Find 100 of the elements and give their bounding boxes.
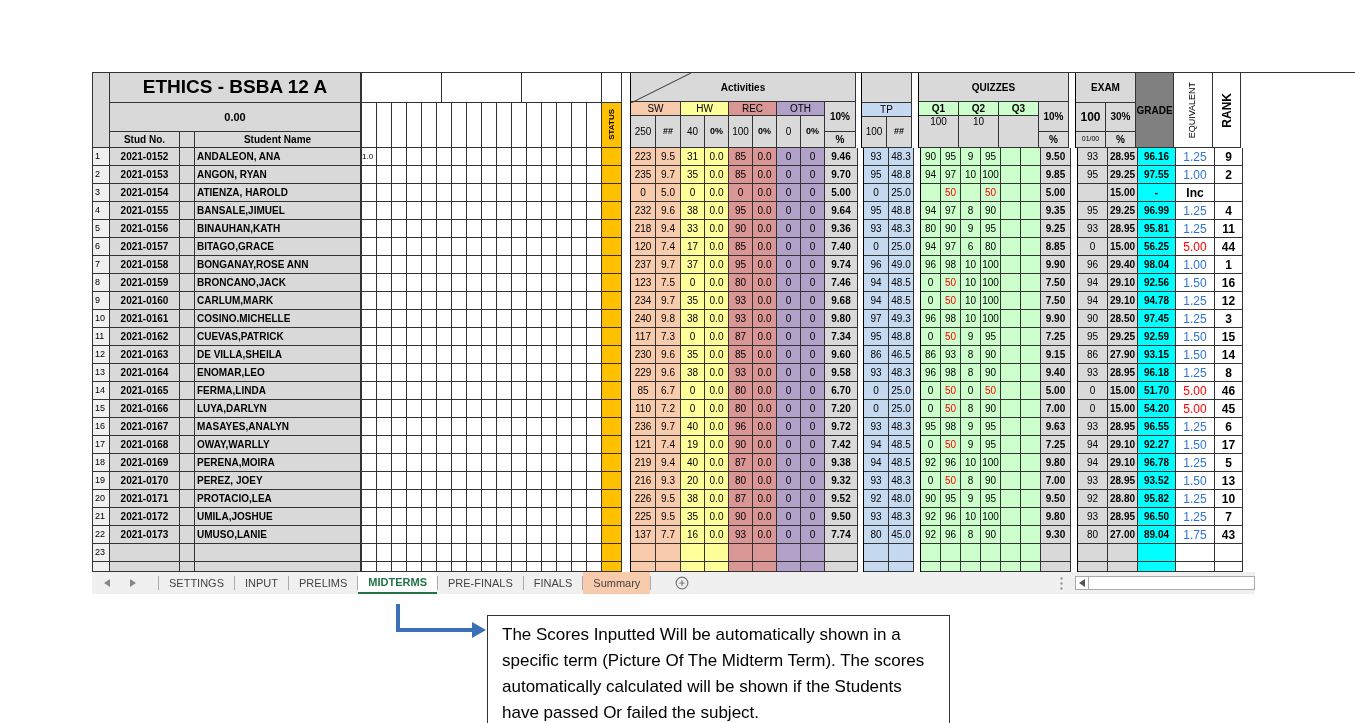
table-cell: 0.0 (753, 418, 777, 436)
table-cell: 0 (921, 292, 941, 310)
table-cell: 9 (961, 148, 981, 166)
table-cell: 0.0 (705, 220, 729, 238)
table-cell: 85 (729, 148, 753, 166)
table-cell: COSINO.MICHELLE (195, 310, 362, 328)
table-cell: 0.0 (753, 184, 777, 202)
sheet-tab[interactable]: FINALS (523, 572, 583, 594)
table-cell: 89.04 (1138, 526, 1176, 544)
table-cell: 48.5 (889, 454, 914, 472)
table-cell: 2021-0160 (110, 292, 180, 310)
table-cell: 235 (631, 166, 656, 184)
table-cell: 94.78 (1138, 292, 1176, 310)
table-cell: 10 (961, 454, 981, 472)
row-number: 23 (92, 544, 110, 562)
table-cell: 9 (961, 418, 981, 436)
table-cell: 90 (729, 436, 753, 454)
row-number: 16 (92, 418, 110, 436)
table-cell: 1.25 (1176, 364, 1215, 382)
table-cell: 94 (1078, 274, 1108, 292)
table-cell: 9 (961, 220, 981, 238)
table-cell: 0 (777, 490, 801, 508)
drag-handle-icon[interactable] (1060, 576, 1063, 590)
horizontal-scrollbar[interactable] (1075, 576, 1255, 590)
sheet-tab[interactable]: MIDTERMS (358, 572, 437, 594)
table-cell: 93 (864, 148, 889, 166)
table-cell: 0 (777, 202, 801, 220)
table-cell: 51.70 (1138, 382, 1176, 400)
table-cell: 0 (777, 328, 801, 346)
table-cell: 0.0 (753, 310, 777, 328)
row-number: 18 (92, 454, 110, 472)
row-number: 8 (92, 274, 110, 292)
add-sheet-icon[interactable] (675, 576, 690, 590)
table-cell: 28.95 (1108, 220, 1138, 238)
table-cell: 95 (921, 418, 941, 436)
table-cell: 50 (941, 382, 961, 400)
sheet-tab[interactable]: PRE-FINALS (438, 572, 523, 594)
table-cell: 95.82 (1138, 490, 1176, 508)
sheet-tab[interactable]: PRELIMS (289, 572, 358, 594)
scroll-right-icon[interactable] (130, 579, 136, 587)
table-cell: 232 (631, 202, 656, 220)
table-cell: Inc (1176, 184, 1215, 202)
table-cell: 9.80 (1041, 508, 1071, 526)
row-number: 14 (92, 382, 110, 400)
table-cell: BITAGO,GRACE (195, 238, 362, 256)
table-cell: 35 (681, 508, 705, 526)
scroll-left-icon[interactable] (104, 579, 110, 587)
table-cell: 33 (681, 220, 705, 238)
table-cell: - (1138, 184, 1176, 202)
table-cell: CARLUM,MARK (195, 292, 362, 310)
table-cell: 96.16 (1138, 148, 1176, 166)
sheet-tab[interactable]: SETTINGS (159, 572, 234, 594)
table-cell: 0 (777, 292, 801, 310)
table-cell: 0 (801, 400, 825, 418)
table-cell: 95 (981, 328, 1001, 346)
table-cell: 9.25 (1041, 220, 1071, 238)
table-cell: 90 (981, 346, 1001, 364)
table-cell: 9 (1215, 148, 1243, 166)
table-cell: 94 (1078, 292, 1108, 310)
table-cell: 9.50 (825, 508, 858, 526)
table-cell: 92 (921, 526, 941, 544)
table-cell: 9.90 (1041, 256, 1071, 274)
table-cell: 0.0 (705, 508, 729, 526)
table-cell: 7.74 (825, 526, 858, 544)
table-cell: 1.25 (1176, 202, 1215, 220)
table-cell: 29.25 (1108, 202, 1138, 220)
sheet-tab[interactable]: INPUT (235, 572, 288, 594)
table-cell: 48.3 (889, 508, 914, 526)
table-cell: 6 (961, 238, 981, 256)
table-cell: 9.85 (1041, 166, 1071, 184)
table-cell: 0.0 (705, 382, 729, 400)
table-cell: PERENA,MOIRA (195, 454, 362, 472)
table-cell: 1.25 (1176, 310, 1215, 328)
table-cell: 9 (961, 490, 981, 508)
table-cell: 94 (864, 274, 889, 292)
table-cell: 15 (1215, 328, 1243, 346)
table-cell: 0 (921, 274, 941, 292)
table-cell: 225 (631, 508, 656, 526)
table-cell: 0 (921, 382, 941, 400)
table-cell: 216 (631, 472, 656, 490)
table-cell: 93 (1078, 148, 1108, 166)
table-cell: 0 (961, 382, 981, 400)
table-cell: OWAY,WARLLY (195, 436, 362, 454)
table-cell: 9.50 (1041, 148, 1071, 166)
table-cell: 93 (729, 364, 753, 382)
scroll-left-icon[interactable] (1079, 579, 1085, 587)
table-cell: 28.95 (1108, 364, 1138, 382)
table-cell: 92 (921, 454, 941, 472)
table-cell: 92 (864, 490, 889, 508)
table-cell: 0.0 (705, 472, 729, 490)
table-cell: DE VILLA,SHEILA (195, 346, 362, 364)
table-cell: 94 (864, 436, 889, 454)
table-cell: 0.0 (705, 238, 729, 256)
table-cell: 229 (631, 364, 656, 382)
table-cell: 15.00 (1108, 238, 1138, 256)
row-number: 4 (92, 202, 110, 220)
sheet-tab[interactable]: Summary (583, 572, 651, 594)
table-cell: 0.0 (705, 292, 729, 310)
table-cell: 0.0 (705, 490, 729, 508)
table-cell: 0 (801, 454, 825, 472)
